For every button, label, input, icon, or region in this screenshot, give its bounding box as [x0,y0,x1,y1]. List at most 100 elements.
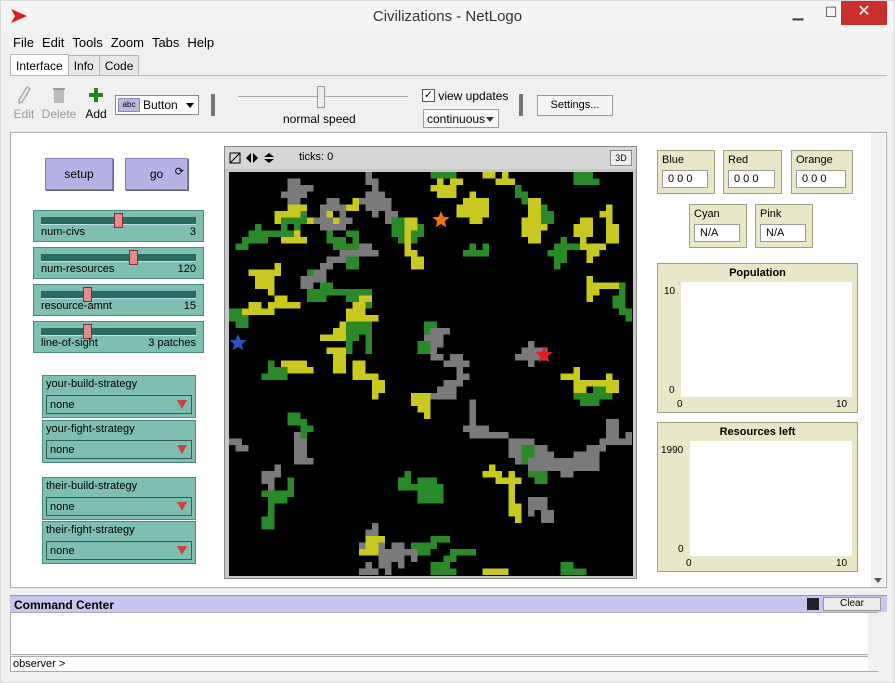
chooser-select[interactable]: none [46,541,192,560]
widget-type-select[interactable]: abc Button [115,95,199,115]
slider-handle[interactable] [114,213,123,228]
update-mode-select[interactable]: continuous [423,109,499,128]
patch [294,412,301,419]
patch [378,386,385,393]
patch [281,237,288,244]
patch [346,263,353,270]
chooser-your-fight-strategy[interactable]: your-fight-strategy none [42,420,196,463]
close-button[interactable]: ✕ [841,1,887,25]
world-canvas[interactable] [229,172,633,576]
patch [580,393,587,400]
clear-button[interactable]: Clear [823,597,881,611]
patch [326,347,333,354]
patch [482,243,489,250]
settings-button[interactable]: Settings... [537,95,613,116]
setup-button[interactable]: setup [45,158,113,190]
patch [443,386,450,393]
patch [417,224,424,231]
chooser-select[interactable]: none [46,395,192,414]
patch [326,230,333,237]
patch [352,308,359,315]
command-input[interactable] [67,658,867,670]
chooser-their-build-strategy[interactable]: their-build-strategy none [42,477,196,520]
patch [541,503,548,510]
patch [320,211,327,218]
go-button[interactable]: go ⟳ [125,158,188,190]
menu-edit[interactable]: Edit [38,33,68,52]
chooser-your-build-strategy[interactable]: your-build-strategy none [42,375,196,418]
patch [508,438,515,445]
chooser-their-fight-strategy[interactable]: their-fight-strategy none [42,521,196,564]
patch [515,451,522,458]
patch [326,211,333,218]
patch [547,211,554,218]
patch [456,360,463,367]
3d-view-button[interactable]: 3D [610,150,632,166]
patch [567,562,574,569]
slider-handle[interactable] [128,250,138,265]
patch [528,217,535,224]
patch [547,516,554,523]
minimize-button[interactable]: ▁ [781,1,815,25]
slider-resource-amnt[interactable]: resource-amnt 15 [33,284,204,316]
chooser-select[interactable]: none [46,497,192,516]
menu-tools[interactable]: Tools [68,33,106,52]
patch [417,406,424,413]
patch [372,380,379,387]
interface-scrollbar[interactable] [871,133,885,587]
edit-button[interactable]: Edit [12,85,36,121]
patch [287,419,294,426]
view-updates-checkbox[interactable]: ✓ view updates [422,88,508,103]
patch [242,321,249,328]
tab-code[interactable]: Code [98,55,140,76]
patch [606,386,613,393]
patch [235,438,242,445]
patch [313,276,320,283]
patch [606,380,613,387]
patch [424,328,431,335]
menu-help[interactable]: Help [183,33,218,52]
patch [528,341,535,348]
patch [593,399,600,406]
command-input-row[interactable]: observer > [10,656,878,672]
slider-line-of-sight[interactable]: line-of-sight 3 patches [33,321,204,353]
slider-num-civs[interactable]: num-civs 3 [33,210,204,242]
tab-interface[interactable]: Interface [10,54,69,76]
chooser-label: their-fight-strategy [46,524,135,536]
patch [326,289,333,296]
patch [320,289,327,296]
patch [547,451,554,458]
patch [560,243,567,250]
menu-file[interactable]: File [9,33,38,52]
patch [346,243,353,250]
patch [307,295,314,302]
patch [528,230,535,237]
patch [365,315,372,322]
patch [430,562,437,569]
patch [313,217,320,224]
menu-zoom[interactable]: Zoom [107,33,148,52]
slider-num-resources[interactable]: num-resources 120 [33,247,204,279]
speed-slider-thumb[interactable] [317,86,325,108]
view-size-controls-icon[interactable] [229,152,279,164]
patch [612,224,619,231]
tab-info[interactable]: Info [67,55,100,76]
patch [281,295,288,302]
popout-icon[interactable] [807,598,819,610]
patch [391,555,398,562]
add-button[interactable]: Add [84,86,108,121]
patch [482,250,489,257]
patch [352,373,359,380]
delete-button[interactable]: Delete [41,86,77,121]
patch [365,321,372,328]
patch [463,360,470,367]
slider-label: num-civs [41,226,86,238]
patch [612,302,619,309]
patch [411,484,418,491]
menu-tabs[interactable]: Tabs [148,33,183,52]
chooser-select[interactable]: none [46,440,192,459]
command-scrollbar[interactable] [868,613,882,671]
patch [339,256,346,263]
patch [261,477,268,484]
patch [255,302,262,309]
